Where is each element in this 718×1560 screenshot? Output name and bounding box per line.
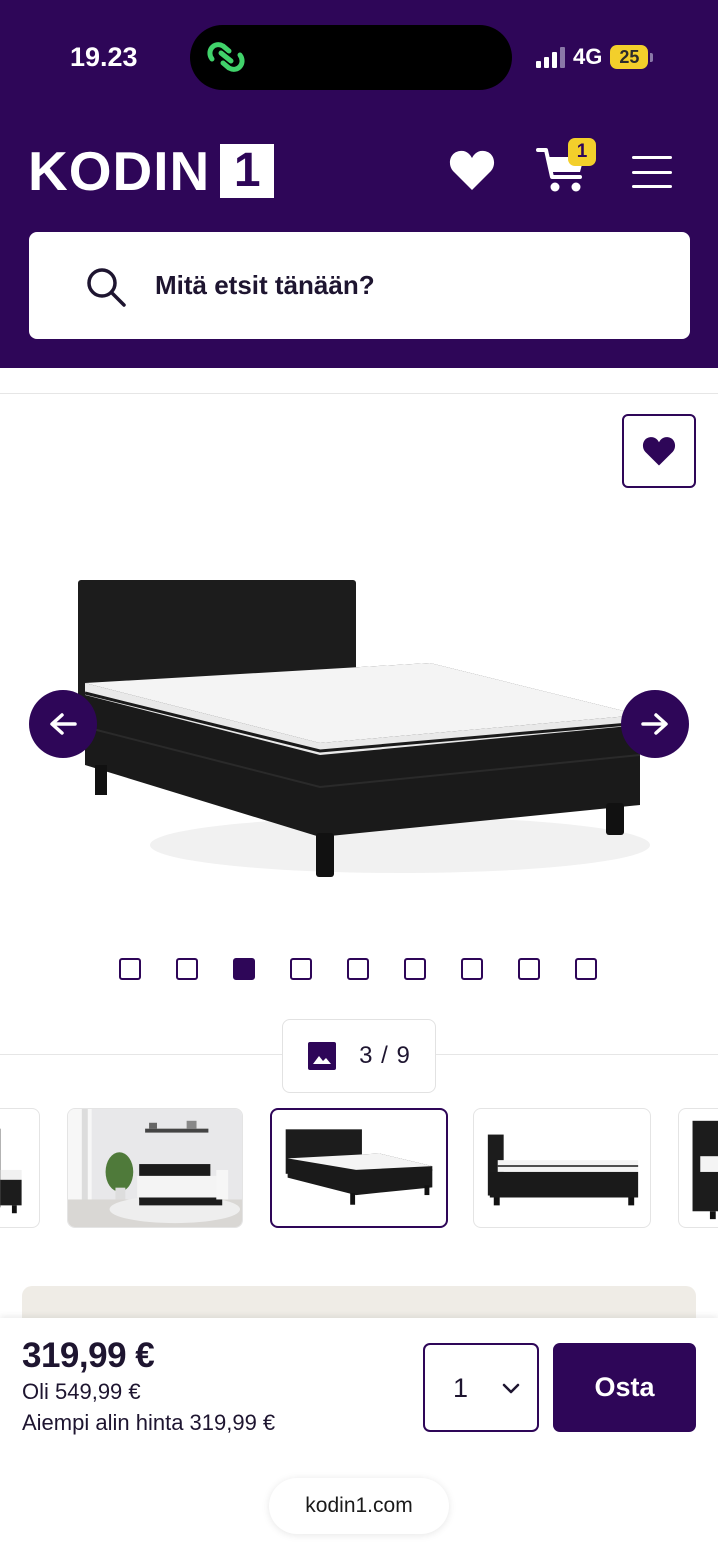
search-input[interactable]: Mitä etsit tänään? [29, 232, 690, 339]
wishlist-heart-icon[interactable] [448, 148, 496, 192]
pagination-dot-active[interactable] [233, 958, 255, 980]
signal-icon [536, 46, 565, 68]
status-indicators: 4G 25 [536, 44, 654, 70]
product-image-bed[interactable] [70, 575, 650, 885]
logo-badge: 1 [220, 144, 275, 198]
image-icon [308, 1042, 337, 1070]
arrow-right-icon [641, 713, 668, 735]
next-image-button[interactable] [621, 690, 689, 758]
image-counter-text: 3 / 9 [359, 1042, 411, 1069]
pagination-dot[interactable] [518, 958, 540, 980]
thumbnail-bed-partial-view[interactable] [678, 1108, 718, 1228]
search-icon [87, 268, 126, 307]
lowest-price-note: Aiempi alin hinta 319,99 € [22, 1410, 276, 1435]
site-header: 19.23 4G 25 KODIN 1 1 Mitä etsit tänään? [0, 0, 718, 368]
current-price: 319,99 € [22, 1336, 155, 1375]
status-time: 19.23 [70, 42, 138, 72]
thumbnail-bedroom-scene[interactable] [67, 1108, 243, 1228]
battery-icon: 25 [610, 45, 654, 69]
logo-text: KODIN [28, 140, 211, 202]
network-type: 4G [573, 44, 603, 69]
hamburger-menu-icon[interactable] [632, 156, 672, 188]
pagination-dot[interactable] [176, 958, 198, 980]
previous-image-button[interactable] [29, 690, 97, 758]
heart-icon [642, 437, 676, 466]
quantity-value: 1 [453, 1373, 469, 1403]
chevron-down-icon [502, 1383, 520, 1394]
original-price: Oli 549,99 € [22, 1379, 141, 1404]
app-link-icon [207, 42, 245, 72]
pagination-dot[interactable] [347, 958, 369, 980]
pagination-dot[interactable] [290, 958, 312, 980]
pagination-dot[interactable] [461, 958, 483, 980]
pagination-dot[interactable] [575, 958, 597, 980]
add-to-wishlist-button[interactable] [622, 414, 696, 488]
buy-button[interactable]: Osta [553, 1343, 696, 1432]
thumbnail-bed-front-view[interactable] [473, 1108, 651, 1228]
pagination-dot[interactable] [119, 958, 141, 980]
browser-url-bar[interactable]: kodin1.com [269, 1478, 449, 1534]
dynamic-island [190, 25, 512, 90]
pagination-dot[interactable] [404, 958, 426, 980]
quantity-select[interactable]: 1 [423, 1343, 539, 1432]
thumbnail-bed-side-view[interactable] [0, 1108, 40, 1228]
image-pagination [119, 958, 597, 980]
arrow-left-icon [50, 713, 77, 735]
image-counter[interactable]: 3 / 9 [282, 1019, 436, 1093]
cart-count-badge: 1 [568, 138, 596, 166]
site-logo[interactable]: KODIN 1 [28, 140, 275, 202]
thumbnail-bed-angle-view[interactable] [270, 1108, 448, 1228]
battery-level: 25 [610, 45, 649, 69]
search-placeholder: Mitä etsit tänään? [155, 270, 375, 300]
divider [0, 393, 718, 394]
